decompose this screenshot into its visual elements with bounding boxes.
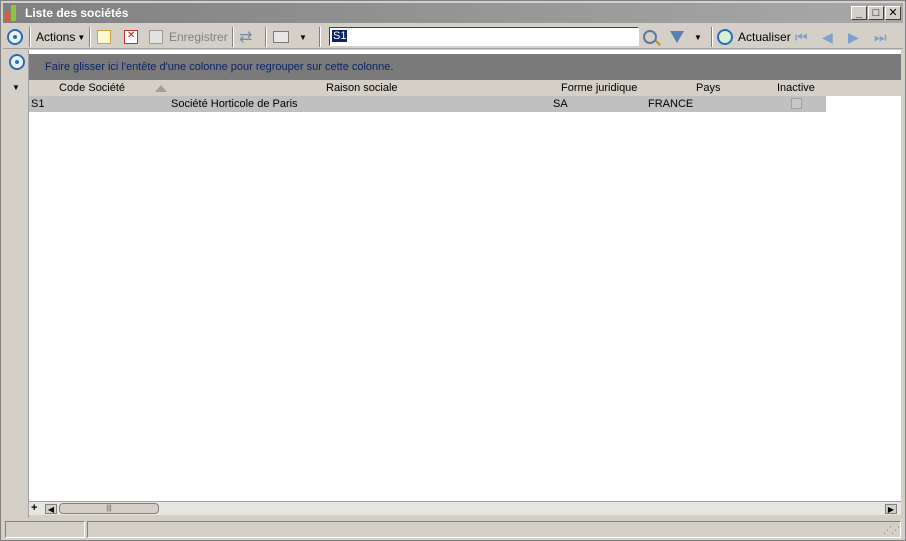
column-header-raison-sociale[interactable]: Raison sociale [326,82,398,94]
main-window: Liste des sociétés _ □ ✕ Actions ▼ Enreg… [0,0,906,541]
scroll-right-icon[interactable]: ▶ [885,504,897,514]
table-row[interactable]: S1 Société Horticole de Paris SA FRANCE [29,96,826,112]
scroll-thumb[interactable]: ||| [59,503,159,514]
scroll-left-icon[interactable]: ◀ [45,504,57,514]
grid-options-button[interactable] [9,54,25,70]
print-button[interactable]: ▼ [273,27,307,47]
search-icon [643,30,657,44]
sync-button[interactable]: ⇄ [239,27,252,47]
filter-icon [670,31,684,43]
minimize-button[interactable]: _ [851,6,867,20]
toolbar-separator [232,27,234,47]
resize-grip-icon[interactable]: ⋰⋰ [883,525,900,536]
search-button[interactable] [643,27,657,47]
sync-icon: ⇄ [239,29,253,46]
grid-header-row: Code Société Raison sociale Forme juridi… [29,80,901,96]
add-row-icon[interactable]: + [31,502,37,514]
cell-forme-juridique: SA [553,98,568,110]
refresh-icon [717,29,733,45]
caret-down-icon: ▼ [299,32,307,42]
row-selector-strip: ▼ [5,50,29,518]
save-label: Enregistrer [169,30,228,44]
previous-record-icon: ◀ [822,28,833,45]
toolbar-separator [89,27,91,47]
toolbar-separator [29,27,31,47]
caret-down-icon: ▼ [77,32,86,42]
first-record-icon: ⏮ [795,28,808,45]
sort-ascending-icon [155,85,167,92]
last-record-icon: ⏭ [874,28,887,45]
status-pane [5,521,85,538]
filter-button[interactable]: ▼ [670,27,702,47]
title-bar: Liste des sociétés _ □ ✕ [3,3,903,23]
column-header-pays[interactable]: Pays [696,82,720,94]
save-icon [149,30,163,44]
row-indicator-icon[interactable]: ▼ [12,83,20,92]
cell-raison-sociale: Société Horticole de Paris [171,98,298,110]
printer-icon [273,31,289,43]
menu-circle-icon [7,29,23,45]
toolbar: Actions ▼ Enregistrer ⇄ ▼ S1 ▼ Actualise… [3,25,903,49]
search-value: S1 [332,30,348,42]
column-header-forme-juridique[interactable]: Forme juridique [561,82,637,94]
search-input[interactable]: S1 [329,27,639,46]
next-record-button[interactable]: ▶ [848,27,859,47]
data-grid: Faire glisser ici l'entête d'une colonne… [29,50,901,501]
maximize-button[interactable]: □ [868,6,884,20]
delete-button[interactable] [124,27,138,47]
save-button[interactable]: Enregistrer [149,27,228,47]
inactive-checkbox[interactable] [791,98,802,109]
new-document-icon [97,30,111,44]
first-record-button[interactable]: ⏮ [795,27,808,47]
toolbar-separator [319,27,321,47]
caret-down-icon: ▼ [694,32,702,42]
horizontal-scrollbar[interactable]: + ◀ ||| ▶ [29,501,901,515]
column-header-inactive[interactable]: Inactive [777,82,815,94]
grid-options-icon [9,54,25,70]
last-record-button[interactable]: ⏭ [874,27,887,47]
refresh-label: Actualiser [738,30,791,44]
cell-code: S1 [31,98,45,110]
window-title: Liste des sociétés [25,6,129,20]
toolbar-separator [265,27,267,47]
status-bar: ⋰⋰ [3,519,903,539]
actions-label: Actions [36,30,76,44]
new-button[interactable] [97,27,111,47]
toolbar-separator [711,27,713,47]
actions-menu-button[interactable]: Actions ▼ [36,27,85,47]
cell-pays: FRANCE [648,98,694,110]
group-by-hint: Faire glisser ici l'entête d'une colonne… [45,61,394,73]
refresh-button[interactable]: Actualiser [717,27,791,47]
delete-icon [124,30,138,44]
column-header-code[interactable]: Code Société [59,82,125,94]
next-record-icon: ▶ [848,28,859,45]
close-button[interactable]: ✕ [885,6,901,20]
status-pane [87,521,901,538]
menu-circle-button[interactable] [7,27,23,47]
group-by-panel[interactable]: Faire glisser ici l'entête d'une colonne… [29,54,901,80]
previous-record-button[interactable]: ◀ [822,27,833,47]
app-logo-icon [5,5,23,21]
